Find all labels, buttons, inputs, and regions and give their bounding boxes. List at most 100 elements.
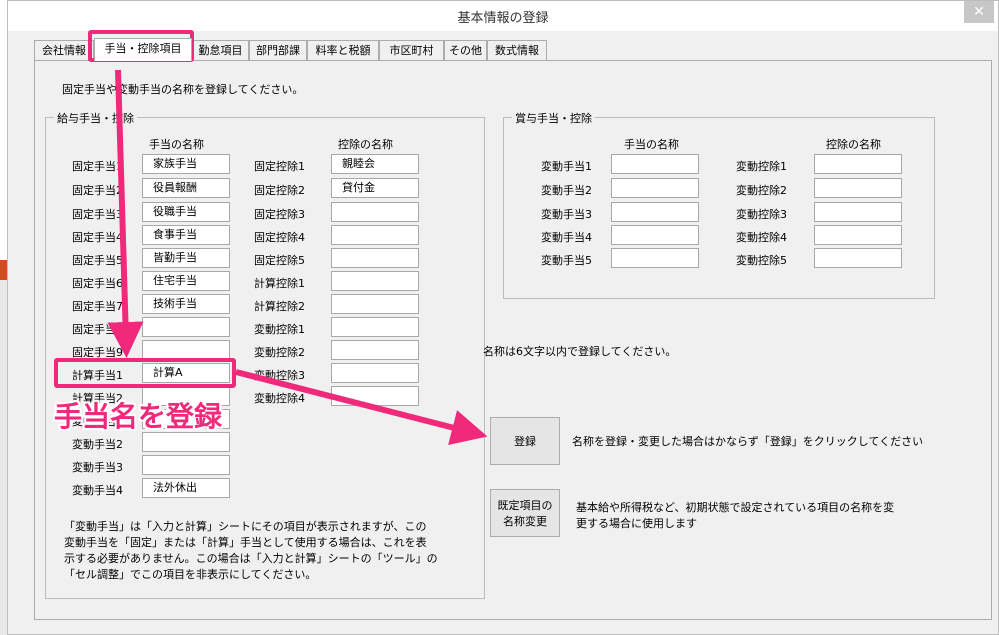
deduction-field[interactable] <box>331 202 419 222</box>
register-button[interactable]: 登録 <box>490 417 560 465</box>
allowance-field[interactable]: 家族手当 <box>142 154 230 174</box>
window-title: 基本情報の登録 <box>457 11 549 26</box>
allowance-label: 固定手当1 <box>72 160 123 173</box>
allowance-field[interactable]: 技術手当 <box>142 294 230 314</box>
salary-group: 給与手当・控除 手当の名称 控除の名称 固定手当1 家族手当 固定手当2 役員報… <box>45 110 485 599</box>
allowance-label: 固定手当7 <box>72 300 123 313</box>
allowance-field[interactable]: 皆勤手当 <box>142 248 230 268</box>
tab-attendance[interactable]: 勤怠項目 <box>192 40 249 60</box>
bonus-deduction-field[interactable] <box>814 178 902 198</box>
deduction-field[interactable] <box>331 363 419 383</box>
deduction-field[interactable] <box>331 340 419 360</box>
deduction-label: 変動控除4 <box>254 392 305 405</box>
bonus-deduction-label: 変動控除5 <box>736 254 787 267</box>
allowance-field[interactable] <box>142 340 230 360</box>
deduction-label: 固定控除3 <box>254 208 305 221</box>
bonus-deduction-field[interactable] <box>814 154 902 174</box>
default-names-button-line1: 既定項目の <box>497 499 553 512</box>
allowance-field[interactable]: 役員報酬 <box>142 178 230 198</box>
allowance-label: 変動手当4 <box>72 484 123 497</box>
note-line: 変動手当を「固定」または「計算」手当として使用する場合は、これを表 <box>64 536 427 549</box>
note-line: 「セル調整」でこの項目を非表示にしてください。 <box>64 568 317 581</box>
deduction-label: 計算控除2 <box>254 300 305 313</box>
allowance-field[interactable] <box>142 317 230 337</box>
deduction-label: 固定控除1 <box>254 160 305 173</box>
deduction-label: 変動控除3 <box>254 369 305 382</box>
bonus-allowance-label: 変動手当2 <box>541 184 592 197</box>
note-line: 示する必要がありません。この場合は「入力と計算」シートの「ツール」の <box>64 552 438 565</box>
allowance-field[interactable]: 住宅手当 <box>142 271 230 291</box>
deduction-field[interactable] <box>331 248 419 268</box>
bonus-deduction-label: 変動控除4 <box>736 231 787 244</box>
allowance-field[interactable]: 計算A <box>142 363 230 383</box>
deduction-field[interactable] <box>331 271 419 291</box>
bonus-allowance-label: 変動手当1 <box>541 160 592 173</box>
deduction-label: 固定控除4 <box>254 231 305 244</box>
allowance-label: 固定手当8 <box>72 323 123 336</box>
bonus-deduction-field[interactable] <box>814 248 902 268</box>
deduction-label: 変動控除2 <box>254 346 305 359</box>
bonus-group: 賞与手当・控除 手当の名称 控除の名称 変動手当1 変動手当2 変動手当3 変動… <box>503 110 935 299</box>
register-note: 名称を登録・変更した場合はかならず「登録」をクリックしてください <box>572 435 924 448</box>
bonus-allowance-field[interactable] <box>611 178 699 198</box>
allowance-label: 計算手当1 <box>72 369 123 382</box>
tab-company-info[interactable]: 会社情報 <box>34 40 94 60</box>
deduction-label: 計算控除1 <box>254 277 305 290</box>
tab-allowance-deduction[interactable]: 手当・控除項目 <box>94 38 192 61</box>
allowance-field[interactable]: 役職手当 <box>142 202 230 222</box>
bonus-deduction-header: 控除の名称 <box>826 138 881 151</box>
allowance-label: 固定手当3 <box>72 208 123 221</box>
bonus-deduction-field[interactable] <box>814 225 902 245</box>
bonus-deduction-field[interactable] <box>814 202 902 222</box>
instruction-text: 固定手当や変動手当の名称を登録してください。 <box>62 83 304 96</box>
allowance-header: 手当の名称 <box>149 138 204 151</box>
deduction-header: 控除の名称 <box>338 138 393 151</box>
allowance-label: 変動手当3 <box>72 461 123 474</box>
tab-rates-taxes[interactable]: 料率と税額 <box>307 40 379 60</box>
bonus-allowance-label: 変動手当5 <box>541 254 592 267</box>
bonus-allowance-label: 変動手当4 <box>541 231 592 244</box>
register-button-label: 登録 <box>514 435 536 448</box>
tab-formula-info[interactable]: 数式情報 <box>487 40 547 60</box>
bonus-group-title: 賞与手当・控除 <box>512 110 595 126</box>
bonus-allowance-field[interactable] <box>611 202 699 222</box>
bonus-deduction-label: 変動控除2 <box>736 184 787 197</box>
allowance-field[interactable]: 法外休出 <box>142 478 230 498</box>
bonus-deduction-label: 変動控除1 <box>736 160 787 173</box>
bonus-allowance-label: 変動手当3 <box>541 208 592 221</box>
deduction-label: 固定控除5 <box>254 254 305 267</box>
default-names-button[interactable]: 既定項目の 名称変更 <box>490 489 560 537</box>
note-line: 「変動手当」は「入力と計算」シートにその項目が表示されますが、この <box>64 520 427 533</box>
bonus-allowance-field[interactable] <box>611 225 699 245</box>
tab-page: 固定手当や変動手当の名称を登録してください。 給与手当・控除 手当の名称 控除の… <box>34 60 992 620</box>
tab-municipalities[interactable]: 市区町村 <box>379 40 444 60</box>
deduction-field[interactable]: 貸付金 <box>331 178 419 198</box>
name-limit-note: 名称は6文字以内で登録してください。 <box>483 345 677 358</box>
title-bar: 基本情報の登録 ✕ <box>8 1 998 31</box>
allowance-field[interactable] <box>142 432 230 452</box>
deduction-field[interactable] <box>331 294 419 314</box>
dialog-window: 基本情報の登録 ✕ 会社情報 手当・控除項目 勤怠項目 部門部課 料率と税額 市… <box>7 0 999 635</box>
deduction-label: 変動控除1 <box>254 323 305 336</box>
close-icon[interactable]: ✕ <box>964 1 994 23</box>
bonus-allowance-field[interactable] <box>611 248 699 268</box>
salary-group-title: 給与手当・控除 <box>54 110 137 126</box>
allowance-label: 変動手当2 <box>72 438 123 451</box>
default-names-button-line2: 名称変更 <box>503 515 547 528</box>
default-note-line1: 基本給や所得税など、初期状態で設定されている項目の名称を変 <box>576 501 895 514</box>
annotation-label: 手当名を登録 <box>54 400 223 433</box>
default-note-line2: 更する場合に使用します <box>576 517 697 530</box>
deduction-field[interactable] <box>331 386 419 406</box>
allowance-label: 固定手当5 <box>72 254 123 267</box>
bonus-allowance-field[interactable] <box>611 154 699 174</box>
deduction-field[interactable]: 親睦会 <box>331 154 419 174</box>
allowance-field[interactable] <box>142 455 230 475</box>
tab-departments[interactable]: 部門部課 <box>249 40 307 60</box>
allowance-label: 固定手当2 <box>72 184 123 197</box>
deduction-field[interactable] <box>331 225 419 245</box>
allowance-label: 固定手当6 <box>72 277 123 290</box>
allowance-field[interactable]: 食事手当 <box>142 225 230 245</box>
deduction-field[interactable] <box>331 317 419 337</box>
tab-other[interactable]: その他 <box>444 40 487 60</box>
bonus-allowance-header: 手当の名称 <box>624 138 679 151</box>
